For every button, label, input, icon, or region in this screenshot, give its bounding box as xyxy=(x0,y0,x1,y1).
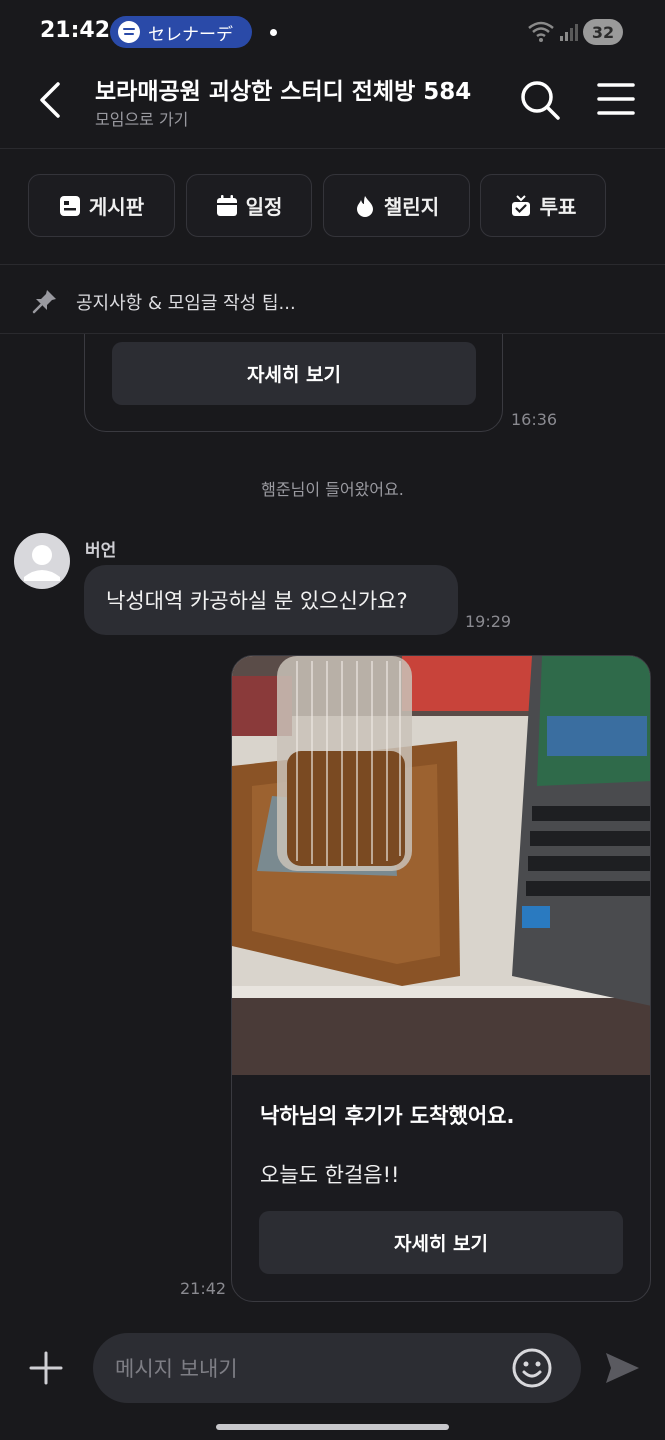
vote-label: 투표 xyxy=(539,195,577,219)
message-input[interactable]: 메시지 보내기 xyxy=(93,1333,581,1403)
message-time: 19:29 xyxy=(465,612,512,631)
challenge-label: 챌린지 xyxy=(383,195,440,219)
sender-name: 버언 xyxy=(85,541,117,561)
vote-icon xyxy=(511,194,530,216)
message-bubble[interactable]: 낙성대역 카공하실 분 있으신가요? xyxy=(84,565,458,635)
review-card[interactable]: 낙하님의 후기가 도착했어요. 오늘도 한걸음!! 자세히 보기 xyxy=(231,655,651,1302)
notice-bar[interactable]: 공지사항 & 모임글 작성 팁... xyxy=(0,265,665,333)
go-to-group-link[interactable]: 모임으로 가기 xyxy=(95,106,188,130)
calendar-icon xyxy=(216,194,237,216)
divider xyxy=(0,333,665,334)
board-button[interactable]: 게시판 xyxy=(28,174,175,237)
review-photo[interactable] xyxy=(232,656,651,1075)
send-icon[interactable] xyxy=(603,1349,641,1387)
board-label: 게시판 xyxy=(88,195,145,219)
page-title: 보라매공원 괴상한 스터디 전체방 584 xyxy=(95,79,472,105)
schedule-button[interactable]: 일정 xyxy=(186,174,312,237)
system-message: 햄준님이 들어왔어요. xyxy=(261,480,404,499)
status-time: 21:42 xyxy=(40,18,111,43)
notice-text: 공지사항 & 모임글 작성 팁... xyxy=(76,293,296,314)
message-text: 낙성대역 카공하실 분 있으신가요? xyxy=(106,589,408,613)
home-indicator xyxy=(216,1424,449,1430)
view-details-button[interactable]: 자세히 보기 xyxy=(112,342,476,405)
divider xyxy=(0,148,665,149)
default-avatar-icon xyxy=(24,545,60,581)
flame-icon xyxy=(356,195,373,217)
search-icon[interactable] xyxy=(518,78,562,122)
battery-indicator: 32 xyxy=(583,19,623,45)
view-details-button[interactable]: 자세히 보기 xyxy=(259,1211,623,1274)
vote-button[interactable]: 투표 xyxy=(480,174,606,237)
review-title: 낙하님의 후기가 도착했어요. xyxy=(260,1104,515,1128)
review-body: 오늘도 한걸음!! xyxy=(260,1163,400,1187)
pin-icon xyxy=(32,290,56,314)
spotify-track-label: セレナーデ xyxy=(148,24,233,45)
wifi-icon xyxy=(528,21,554,42)
emoji-icon[interactable] xyxy=(511,1347,553,1389)
back-icon[interactable] xyxy=(32,78,72,122)
spotify-now-playing[interactable]: セレナーデ xyxy=(110,16,252,48)
menu-icon[interactable] xyxy=(597,82,635,116)
notification-dot xyxy=(270,29,277,36)
challenge-button[interactable]: 챌린지 xyxy=(323,174,470,237)
schedule-label: 일정 xyxy=(245,195,283,219)
spotify-icon xyxy=(118,21,140,43)
avatar[interactable] xyxy=(14,533,70,589)
board-icon xyxy=(59,195,80,216)
signal-icon xyxy=(560,24,578,41)
message-input-placeholder: 메시지 보내기 xyxy=(115,1357,238,1381)
plus-icon[interactable] xyxy=(28,1350,64,1386)
message-time: 16:36 xyxy=(511,410,558,429)
message-time: 21:42 xyxy=(180,1279,227,1298)
